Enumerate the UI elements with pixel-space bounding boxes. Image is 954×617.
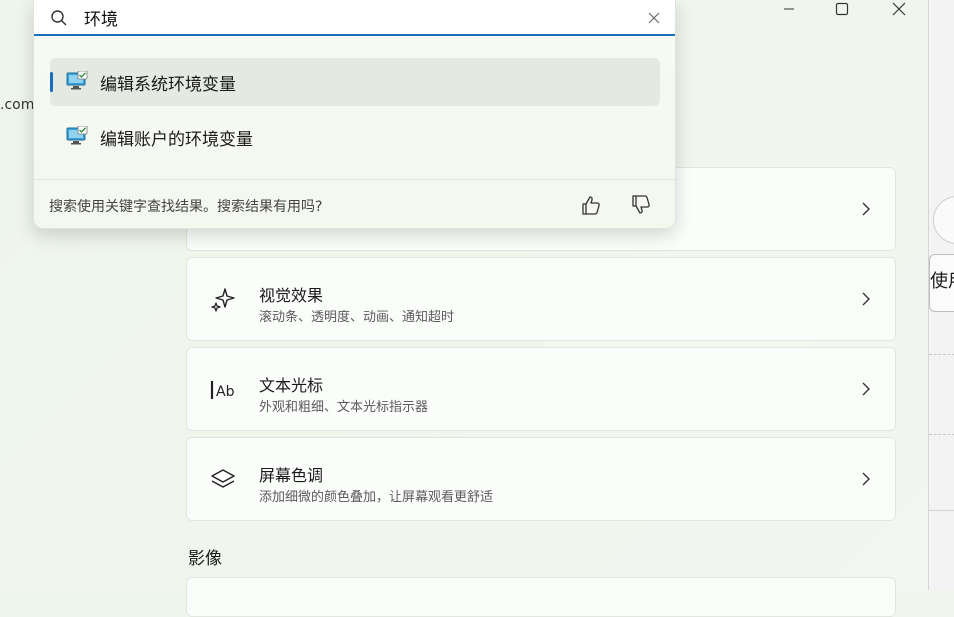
next-setting-card[interactable] xyxy=(186,577,896,617)
chevron-right-icon xyxy=(862,382,870,396)
search-input[interactable] xyxy=(84,4,604,30)
chevron-right-icon xyxy=(862,472,870,486)
divider xyxy=(929,510,954,511)
section-heading: 影像 xyxy=(188,549,222,569)
card-text-cursor[interactable]: Ab 文本光标 外观和粗细、文本光标指示器 xyxy=(186,347,896,431)
round-button[interactable] xyxy=(933,196,954,244)
search-result-item[interactable]: 编辑账户的环境变量 xyxy=(50,113,660,161)
minimize-button[interactable] xyxy=(766,0,812,18)
card-title: 视觉效果 xyxy=(259,286,324,305)
sparkle-icon xyxy=(211,288,235,312)
card-screen-tint[interactable]: 屏幕色调 添加细微的颜色叠加，让屏幕观看更舒适 xyxy=(186,437,896,521)
search-result-item[interactable]: 编辑系统环境变量 xyxy=(50,58,660,106)
svg-text:Ab: Ab xyxy=(216,384,235,400)
thumbs-down-icon[interactable] xyxy=(630,194,652,216)
maximize-button[interactable] xyxy=(819,0,865,18)
search-result-label: 编辑系统环境变量 xyxy=(100,75,236,95)
search-icon xyxy=(51,10,67,26)
close-window-button[interactable] xyxy=(876,0,922,18)
card-title: 屏幕色调 xyxy=(259,466,324,485)
chevron-right-icon xyxy=(862,202,870,216)
settings-window: .com 视觉效果 滚动条、透明度、动画、通知超时 Ab 文本光标 外观和粗细、… xyxy=(0,0,928,617)
minimize-icon xyxy=(784,8,794,10)
card-subtitle: 添加细微的颜色叠加，让屏幕观看更舒适 xyxy=(259,490,494,505)
divider xyxy=(929,434,954,435)
background-window-strip: 使用 xyxy=(928,0,954,590)
layers-icon xyxy=(211,469,235,488)
use-button-label: 使用 xyxy=(930,271,954,292)
feedback-prompt: 搜索使用关键字查找结果。搜索结果有用吗? xyxy=(49,199,323,215)
divider xyxy=(929,354,954,355)
maximize-icon xyxy=(835,2,849,16)
chevron-right-icon xyxy=(862,292,870,306)
system-properties-icon xyxy=(66,71,88,90)
text-cursor-icon: Ab xyxy=(210,381,235,400)
card-visual-effects[interactable]: 视觉效果 滚动条、透明度、动画、通知超时 xyxy=(186,257,896,341)
divider xyxy=(34,179,675,180)
card-subtitle: 外观和粗细、文本光标指示器 xyxy=(259,400,429,415)
thumbs-up-icon[interactable] xyxy=(580,194,602,216)
clear-search-icon[interactable] xyxy=(647,11,661,25)
search-box xyxy=(34,0,675,36)
search-flyout: 编辑系统环境变量 编辑账户的环境变量 搜索使用关键字查找结果。搜索结果有用吗? xyxy=(33,0,676,229)
search-result-label: 编辑账户的环境变量 xyxy=(100,130,253,150)
selection-indicator xyxy=(50,72,53,92)
close-icon xyxy=(892,2,906,16)
use-button[interactable]: 使用 xyxy=(929,254,954,312)
card-subtitle: 滚动条、透明度、动画、通知超时 xyxy=(259,310,455,325)
card-title: 文本光标 xyxy=(259,376,324,395)
system-properties-icon xyxy=(66,126,88,145)
left-text-fragment: .com xyxy=(0,97,35,113)
